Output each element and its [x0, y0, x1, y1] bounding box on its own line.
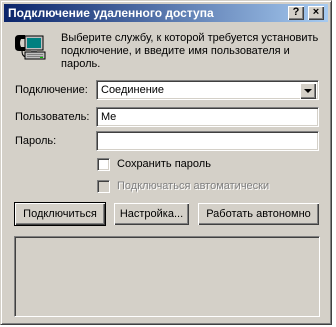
password-label: Пароль:: [15, 135, 57, 147]
auto-connect-label: Подключаться автоматически: [117, 180, 270, 192]
title-bar[interactable]: Подключение удаленного доступа ? ×: [4, 4, 328, 22]
connection-combobox[interactable]: Соединение: [96, 80, 319, 100]
status-panel: [14, 236, 320, 317]
settings-button[interactable]: Настройка...: [114, 203, 189, 225]
save-password-checkbox[interactable]: [97, 158, 110, 171]
instructions-text: Выберите службу, к которой требуется уст…: [61, 32, 319, 70]
connect-button[interactable]: Подключиться: [14, 202, 106, 226]
connection-value: Соединение: [101, 84, 165, 96]
work-offline-button[interactable]: Работать автономно: [198, 203, 319, 225]
user-input[interactable]: Me: [96, 107, 319, 127]
chevron-down-icon[interactable]: [300, 83, 316, 99]
help-button[interactable]: ?: [288, 6, 304, 20]
user-label: Пользователь:: [15, 111, 90, 123]
auto-connect-checkbox: [97, 180, 110, 193]
save-password-label[interactable]: Сохранить пароль: [117, 158, 211, 170]
dialup-connection-dialog: Подключение удаленного доступа ? × Выбер…: [0, 0, 332, 325]
close-button[interactable]: ×: [308, 6, 324, 20]
dialup-computer-icon: [15, 35, 46, 60]
connection-label: Подключение:: [15, 84, 88, 96]
user-value: Me: [101, 111, 117, 123]
window-title: Подключение удаленного доступа: [8, 6, 214, 20]
password-input[interactable]: [96, 131, 319, 151]
